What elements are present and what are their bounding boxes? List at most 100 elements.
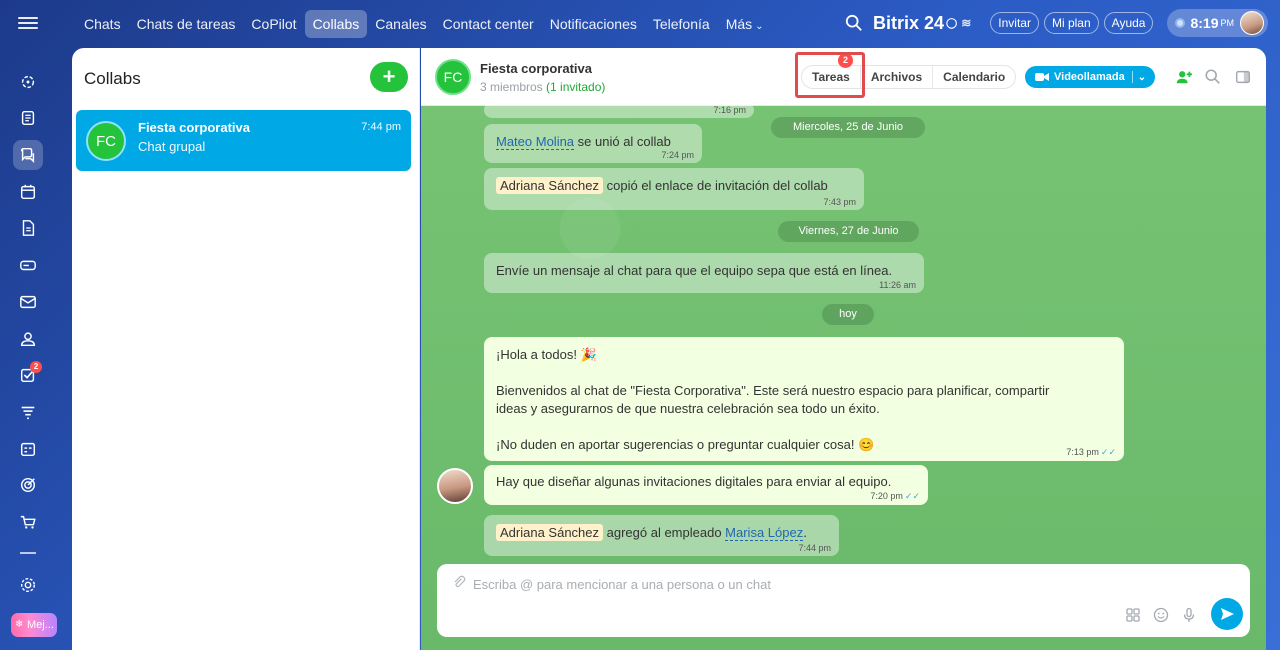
shop-cart-icon[interactable] [13,507,43,537]
message-suffix: . [803,525,807,540]
mail-icon[interactable] [13,287,43,317]
upgrade-button[interactable]: Mej... [11,613,57,637]
help-button[interactable]: Ayuda [1103,12,1154,34]
add-user-icon[interactable] [1175,68,1193,86]
paperclip-icon[interactable] [451,574,467,590]
date-divider: Miercoles, 25 de Junio [771,117,925,138]
message-time-text: 7:13 pm [1066,447,1099,457]
header-members[interactable]: 3 miembros (1 invitado) [480,80,605,94]
brand-dot-icon: ◯ [946,17,958,29]
chat-subtitle: Chat grupal [138,139,206,154]
tasks-badge: 2 [30,361,42,373]
chat-name: Fiesta corporativa [138,120,250,135]
booking-icon[interactable] [13,434,43,464]
plus-icon: + [382,64,396,89]
nav-more-label: Más [725,16,753,32]
top-nav: Chats Chats de tareas CoPilot Collabs Ca… [76,10,772,38]
video-call-button[interactable]: Videollamada ⌄ [1025,66,1155,88]
system-message[interactable]: Envíe un mensaje al chat para que el equ… [484,253,924,293]
grid-apps-icon[interactable] [1125,607,1141,623]
message-time: 7:16 pm [713,105,746,115]
message-input[interactable] [473,574,1073,594]
add-collab-button[interactable]: + [370,62,408,92]
tab-calendar[interactable]: Calendario [932,66,1015,88]
nav-contact-center[interactable]: Contact center [435,10,542,38]
tasks-icon[interactable]: 2 [13,360,43,390]
menu-icon[interactable] [18,14,38,34]
messenger-icon[interactable] [13,140,43,170]
user-link[interactable]: Marisa López [725,525,804,541]
news-feed-icon[interactable] [13,103,43,133]
documents-icon[interactable] [13,213,43,243]
send-icon [1221,608,1234,620]
search-icon[interactable] [845,14,863,32]
user-tag[interactable]: Adriana Sánchez [496,524,604,541]
nav-task-chats[interactable]: Chats de tareas [129,10,244,38]
read-checks-icon: ✓✓ [904,491,920,501]
drive-icon[interactable] [13,250,43,280]
nav-channels[interactable]: Canales [367,10,434,38]
tasks-highlight-frame [795,52,865,98]
clock-pill[interactable]: 8:19 PM [1167,9,1268,37]
read-checks-icon: ✓✓ [1100,447,1116,457]
message-line: ¡No duden en aportar sugerencias o pregu… [496,437,875,452]
emoji-icon[interactable] [1153,607,1169,623]
message-time: 7:13 pm ✓✓ [1066,447,1116,458]
filter-icon: ≋ [961,16,972,30]
chat-avatar: FC [86,121,126,161]
top-right-area: Bitrix 24 ◯ ≋ Invitar Mi plan Ayuda 8:19… [845,8,1268,38]
invite-button[interactable]: Invitar [990,12,1039,34]
brand-logo[interactable]: Bitrix 24 ◯ ≋ [873,13,971,34]
settings-gear-icon[interactable] [13,570,43,600]
collabs-panel: Collabs + FC Fiesta corporativa Chat gru… [72,48,420,650]
message-body: agregó al empleado [603,525,726,540]
message-time: 11:26 am [879,280,916,290]
nav-copilot[interactable]: CoPilot [243,10,304,38]
message-text: Hay que diseñar algunas invitaciones dig… [496,474,892,489]
sidebar-toggle-icon[interactable] [1234,68,1252,86]
message-text: Envíe un mensaje al chat para que el equ… [496,263,893,278]
header-avatar[interactable]: FC [435,59,471,95]
user-avatar[interactable] [1240,11,1264,35]
target-icon[interactable] [13,470,43,500]
send-button[interactable] [1211,598,1243,630]
clock-status-icon [1175,18,1186,28]
message-time: 7:24 pm [661,150,694,160]
plan-button[interactable]: Mi plan [1043,12,1099,34]
message-bubble[interactable]: ¡Hola a todos! 🎉 Bienvenidos al chat de … [484,337,1124,461]
nav-collabs[interactable]: Collabs [304,10,368,38]
nav-notifications[interactable]: Notificaciones [542,10,645,38]
date-divider: Viernes, 27 de Junio [778,221,919,242]
members-count: 3 miembros [480,80,543,94]
message-time-text: 7:20 pm [870,491,903,501]
sender-avatar[interactable] [437,468,473,504]
user-tag[interactable]: Adriana Sánchez [496,177,604,194]
calendar-icon[interactable] [13,177,43,207]
message-text: ¡Hola a todos! 🎉 Bienvenidos al chat de … [496,346,1049,454]
contacts-icon[interactable] [13,324,43,354]
message-bubble[interactable]: Hay que diseñar algunas invitaciones dig… [484,465,928,505]
chat-item-fiesta[interactable]: FC Fiesta corporativa Chat grupal 7:44 p… [76,110,411,171]
nav-chats[interactable]: Chats [76,10,129,38]
search-icon[interactable] [1204,68,1222,86]
crm-funnel-icon[interactable] [13,397,43,427]
message-time: 7:44 pm [798,543,831,553]
message-time: 7:43 pm [823,197,856,207]
header-title[interactable]: Fiesta corporativa [480,61,592,76]
tab-files[interactable]: Archivos [859,66,932,88]
user-link[interactable]: Mateo Molina [496,134,575,150]
top-bar: Chats Chats de tareas CoPilot Collabs Ca… [0,0,1280,48]
system-message[interactable]: Adriana Sánchez agregó al empleado Maris… [484,515,839,556]
nav-more[interactable]: Más ⌄ [718,10,772,38]
chat-time: 7:44 pm [361,121,401,133]
nav-telephony[interactable]: Telefonía [645,10,718,38]
collabs-title: Collabs [84,69,141,88]
chevron-down-icon[interactable]: ⌄ [1138,72,1146,83]
message-partial[interactable]: 7:16 pm [484,102,754,118]
microphone-icon[interactable] [1181,607,1197,623]
copilot-icon[interactable] [13,67,43,97]
brand-name: Bitrix 24 [872,12,945,33]
system-message[interactable]: Mateo Molina se unió al collab 7:24 pm [484,124,702,163]
message-text: Adriana Sánchez agregó al empleado Maris… [496,524,807,541]
system-message[interactable]: Adriana Sánchez copió el enlace de invit… [484,168,864,210]
